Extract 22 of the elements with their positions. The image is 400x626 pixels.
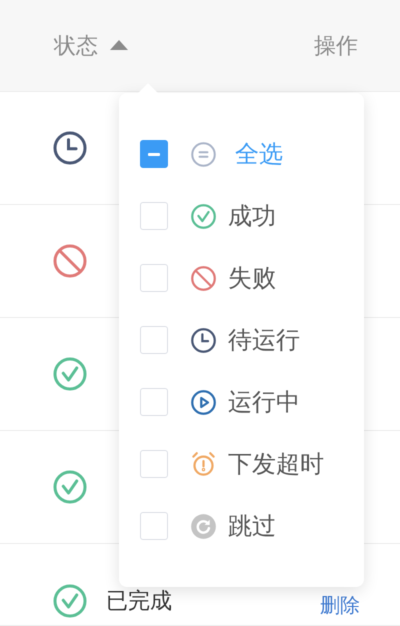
delete-link[interactable]: 删除	[320, 592, 360, 619]
sort-ascending-icon[interactable]	[110, 40, 128, 50]
checkbox[interactable]	[140, 140, 168, 168]
option-label[interactable]: 成功	[228, 200, 276, 232]
option-label[interactable]: 待运行	[228, 324, 300, 356]
ban-icon	[52, 243, 88, 279]
check-circle-icon	[190, 202, 217, 230]
ban-icon	[190, 264, 217, 292]
option-label[interactable]: 下发超时	[228, 448, 324, 480]
play-circle-icon	[190, 388, 217, 416]
equals-circle-icon	[190, 140, 217, 168]
clock-icon	[190, 326, 217, 354]
alarm-clock-icon	[190, 450, 217, 478]
check-circle-icon	[52, 356, 88, 392]
option-label[interactable]: 运行中	[228, 386, 300, 418]
option-label[interactable]: 失败	[228, 262, 276, 294]
refresh-circle-icon	[190, 512, 217, 540]
clock-icon	[52, 130, 88, 166]
check-circle-icon	[52, 469, 88, 505]
option-label[interactable]: 跳过	[228, 510, 276, 542]
check-circle-icon	[52, 583, 88, 619]
status-text: 已完成	[106, 588, 172, 616]
